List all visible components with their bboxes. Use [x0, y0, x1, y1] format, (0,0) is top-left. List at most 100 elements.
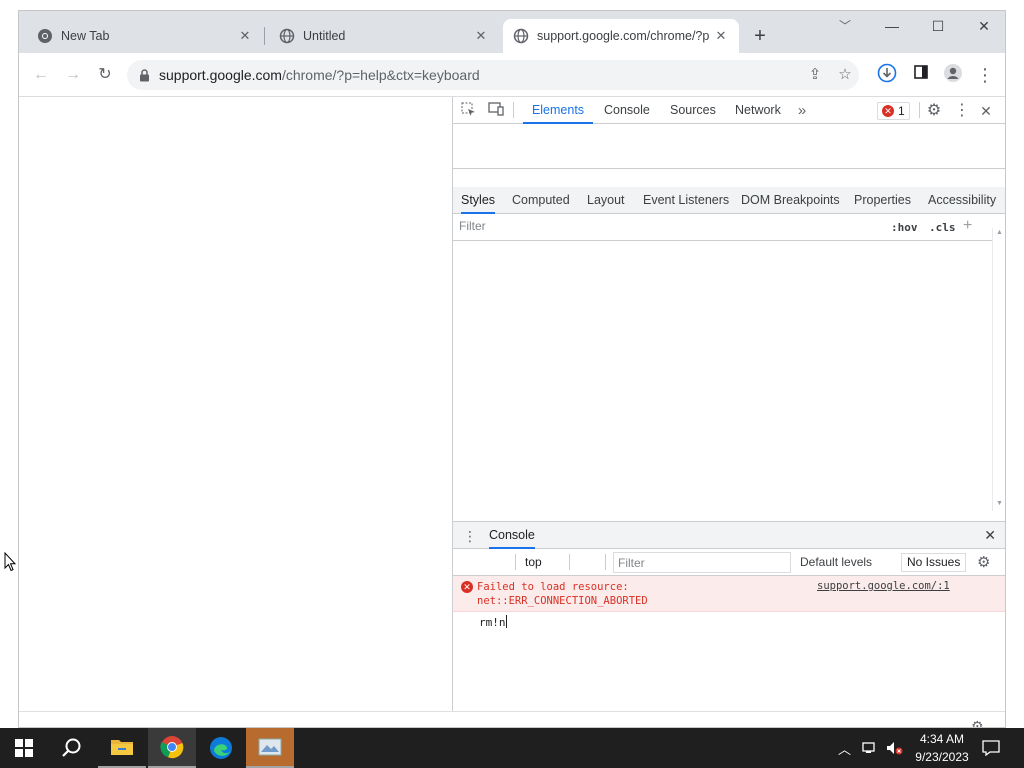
- subtab-layout[interactable]: Layout: [587, 187, 625, 214]
- volume-muted-icon[interactable]: [886, 728, 904, 768]
- tab-support-google[interactable]: support.google.com/chrome/?p ✕: [503, 19, 739, 53]
- url-text: support.google.com/chrome/?p=help&ctx=ke…: [159, 67, 480, 83]
- address-bar[interactable]: support.google.com/chrome/?p=help&ctx=ke…: [127, 60, 859, 90]
- close-icon[interactable]: ✕: [713, 28, 729, 44]
- log-levels-dropdown[interactable]: Default levels: [800, 555, 872, 569]
- app-taskbar-button[interactable]: [246, 728, 294, 768]
- tab-console[interactable]: Console: [604, 97, 650, 124]
- styles-pane[interactable]: [453, 241, 991, 511]
- bookmark-star-icon[interactable]: ☆: [833, 63, 857, 87]
- close-icon[interactable]: ✕: [237, 28, 253, 44]
- new-style-rule-icon[interactable]: +: [963, 217, 972, 235]
- console-filter-input[interactable]: Filter: [613, 552, 791, 573]
- tab-title: New Tab: [61, 29, 110, 43]
- download-icon[interactable]: [875, 63, 899, 87]
- tab-untitled[interactable]: Untitled ✕: [269, 19, 499, 53]
- tab-title: support.google.com/chrome/?p: [537, 29, 710, 43]
- minimize-icon[interactable]: —: [869, 11, 915, 43]
- error-icon: ✕: [882, 105, 894, 117]
- tab-network[interactable]: Network: [735, 97, 781, 124]
- drawer-menu-icon[interactable]: ⋮: [463, 528, 477, 545]
- cls-toggle[interactable]: .cls: [929, 221, 956, 234]
- scroll-up-icon[interactable]: ▲: [996, 229, 1003, 236]
- image-app-icon: [258, 738, 282, 756]
- error-source-link[interactable]: support.google.com/:1: [817, 580, 950, 592]
- inspect-element-icon[interactable]: [459, 102, 477, 120]
- side-panel-icon[interactable]: [909, 63, 933, 87]
- console-input-text: rm!n: [479, 616, 506, 629]
- page-content[interactable]: [19, 97, 452, 711]
- window-close-icon[interactable]: ✕: [961, 11, 1005, 43]
- close-icon[interactable]: ✕: [473, 28, 489, 44]
- chrome-menu-icon[interactable]: ⋮: [973, 63, 997, 87]
- error-text: Failed to load resource: net::ERR_CONNEC…: [477, 580, 648, 608]
- context-selector[interactable]: top: [525, 555, 542, 569]
- drawer-header: ⋮ Console ✕: [453, 521, 1005, 549]
- edge-icon: [210, 737, 232, 759]
- folder-icon: [111, 740, 133, 755]
- error-icon: ✕: [461, 581, 473, 593]
- network-icon[interactable]: [862, 728, 878, 768]
- subtab-properties[interactable]: Properties: [854, 187, 911, 214]
- search-button[interactable]: [48, 728, 96, 768]
- devtools-menu-icon[interactable]: ⋮: [953, 102, 971, 120]
- tab-strip: New Tab ✕ Untitled ✕ support.google.com/…: [19, 11, 1005, 53]
- styles-filter-bar: Filter :hov .cls +: [453, 214, 1005, 241]
- toolbar-divider: [515, 554, 516, 570]
- file-explorer-button[interactable]: [98, 728, 146, 768]
- settings-gear-icon[interactable]: ⚙: [925, 102, 943, 120]
- maximize-icon[interactable]: ☐: [915, 11, 961, 43]
- console-settings-gear-icon[interactable]: ⚙: [977, 553, 990, 571]
- new-tab-button[interactable]: +: [749, 25, 771, 47]
- subtab-dom-breakpoints[interactable]: DOM Breakpoints: [741, 187, 840, 214]
- tab-separator: [264, 27, 265, 45]
- console-prompt-input[interactable]: rm!n: [479, 615, 507, 629]
- system-clock[interactable]: 4:34 AM 9/23/2023: [904, 730, 980, 766]
- error-count-badge[interactable]: ✕ 1: [877, 102, 910, 120]
- url-host: support.google.com: [159, 67, 282, 83]
- subtab-event-listeners[interactable]: Event Listeners: [643, 187, 729, 214]
- globe-icon: [513, 28, 529, 44]
- issues-button[interactable]: No Issues: [901, 553, 967, 572]
- error-line-2: net::ERR_CONNECTION_ABORTED: [477, 595, 648, 607]
- drawer-tab-console[interactable]: Console: [489, 522, 535, 549]
- styles-scrollbar[interactable]: ▲ ▼: [992, 228, 1005, 511]
- toolbar-divider: [513, 102, 514, 118]
- forward-icon[interactable]: →: [61, 63, 85, 87]
- lock-icon: [139, 68, 151, 82]
- close-drawer-icon[interactable]: ✕: [984, 527, 996, 544]
- share-icon[interactable]: ⇪: [803, 63, 827, 87]
- chrome-icon: [160, 736, 184, 759]
- tab-sources[interactable]: Sources: [670, 97, 716, 124]
- mouse-pointer-icon: [4, 551, 17, 575]
- chrome-icon: [37, 28, 53, 44]
- tab-new-tab[interactable]: New Tab ✕: [27, 19, 263, 53]
- toolbar-divider: [919, 102, 920, 118]
- start-button[interactable]: [0, 728, 48, 768]
- reload-icon[interactable]: ↻: [93, 63, 117, 87]
- window-bottom-bar: ⚙: [19, 711, 1005, 727]
- hov-toggle[interactable]: :hov: [891, 221, 918, 234]
- edge-taskbar-button[interactable]: [197, 728, 245, 768]
- tab-search-icon[interactable]: ﹀: [835, 17, 855, 37]
- notifications-icon[interactable]: [982, 728, 1000, 768]
- back-icon[interactable]: ←: [29, 63, 53, 87]
- console-error-message: ✕ Failed to load resource: net::ERR_CONN…: [453, 576, 1005, 612]
- toolbar-divider: [569, 554, 570, 570]
- more-tabs-chevron-icon[interactable]: »: [793, 102, 811, 120]
- profile-avatar-icon[interactable]: [941, 63, 965, 87]
- subtab-accessibility[interactable]: Accessibility: [928, 187, 996, 214]
- subtab-styles[interactable]: Styles: [461, 187, 496, 214]
- gear-icon[interactable]: ⚙: [971, 718, 984, 727]
- scroll-down-icon[interactable]: ▼: [996, 500, 1003, 507]
- subtab-computed[interactable]: Computed: [512, 187, 570, 214]
- styles-filter-input[interactable]: Filter: [459, 219, 879, 236]
- close-devtools-icon[interactable]: ✕: [977, 102, 995, 120]
- show-hidden-icons-chevron-icon[interactable]: ︿: [838, 728, 851, 768]
- globe-icon: [279, 28, 295, 44]
- desktop: New Tab ✕ Untitled ✕ support.google.com/…: [0, 0, 1024, 728]
- dom-tree[interactable]: [453, 125, 1005, 169]
- device-toolbar-icon[interactable]: [487, 102, 505, 120]
- chrome-taskbar-button[interactable]: [148, 728, 196, 768]
- tab-elements[interactable]: Elements: [523, 97, 593, 124]
